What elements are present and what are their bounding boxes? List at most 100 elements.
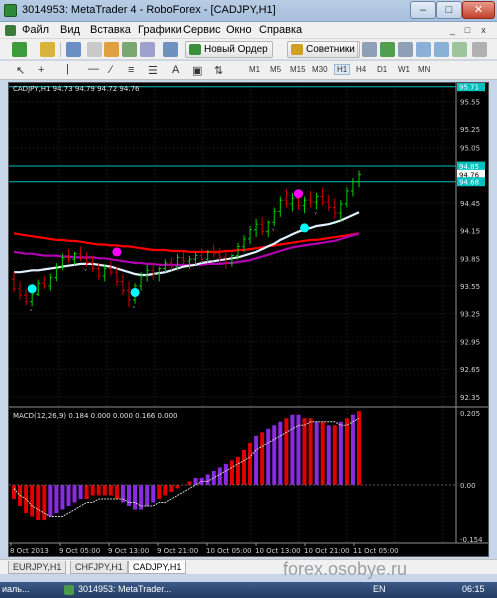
magenta-signal-dot (293, 189, 303, 199)
metaeditor-icon[interactable] (163, 42, 178, 57)
time-axis-label: 9 Oct 21:00 (157, 547, 198, 555)
timeframes-toolbar: ↖ + | — ∕ ≡ ☰ A ▣ ⇅ M1 M5 M15 M30 H1 H4 … (0, 61, 497, 80)
menu-tools[interactable]: Сервис (183, 24, 221, 36)
mdi-minimize-button[interactable]: _ (446, 24, 459, 37)
candlesticks-icon[interactable] (380, 42, 395, 57)
macd-histogram-bar (187, 481, 192, 485)
new-chart-icon[interactable] (12, 42, 27, 57)
crosshair-icon[interactable]: + (38, 64, 44, 76)
minimize-button[interactable]: – (410, 1, 436, 19)
cursor-icon[interactable]: ↖ (16, 64, 25, 77)
menu-help[interactable]: Справка (259, 24, 302, 36)
expert-advisors-icon (291, 44, 303, 55)
macd-histogram-bar (223, 463, 228, 485)
macd-histogram-bar (66, 484, 71, 507)
menu-file[interactable]: Файл (22, 24, 49, 36)
chart-window-icon[interactable] (5, 25, 16, 36)
standard-toolbar: Новый Ордер Советники (0, 39, 497, 60)
fractal-marker: ˅ (132, 306, 136, 315)
horizontal-line-icon[interactable]: — (88, 63, 99, 75)
price-axis-label: 95.05 (460, 145, 480, 153)
toolbar-separator (60, 42, 61, 57)
new-order-button[interactable]: Новый Ордер (185, 41, 273, 58)
fibonacci-icon[interactable]: ☰ (148, 64, 158, 77)
tab-eurjpy[interactable]: EURJPY,H1 (8, 561, 67, 574)
menu-charts[interactable]: Графики (138, 24, 182, 36)
arrows-icon[interactable]: ⇅ (214, 64, 223, 77)
channel-icon[interactable]: ≡ (128, 64, 134, 76)
macd-histogram-bar (133, 484, 138, 510)
fractal-marker: ˅ (211, 259, 215, 268)
macd-histogram-bar (308, 418, 313, 485)
market-watch-icon[interactable] (66, 42, 81, 57)
macd-histogram-bar (72, 484, 77, 503)
price-axis-label: 95.55 (460, 98, 480, 106)
taskbar-item-label: 3014953: MetaTrader... (78, 584, 172, 594)
menu-window[interactable]: Окно (226, 24, 252, 36)
macd-histogram-bar (217, 467, 222, 485)
tile-windows-icon[interactable] (452, 42, 467, 57)
macd-histogram-bar (54, 484, 59, 514)
macd-histogram-bar (314, 421, 319, 485)
terminal-icon[interactable] (122, 42, 137, 57)
close-button[interactable]: ✕ (462, 1, 495, 19)
profiles-icon[interactable] (40, 42, 55, 57)
taskbar-item-metatrader[interactable]: 3014953: MetaTrader... (62, 583, 171, 597)
chart-symbol-header: CADJPY,H1 94.73 94.79 94.72 94.76 (13, 85, 140, 93)
macd-axis-label: 0.00 (460, 482, 476, 490)
macd-histogram-bar (108, 484, 113, 496)
timeframe-h4[interactable]: H4 (356, 65, 366, 74)
cyan-signal-dot (130, 287, 140, 297)
timeframe-w1[interactable]: W1 (398, 65, 410, 74)
menu-bar: Файл Вид Вставка Графики Сервис Окно Спр… (0, 22, 497, 39)
text-tool-icon[interactable]: A (172, 64, 179, 76)
strategy-tester-icon[interactable] (140, 42, 155, 57)
expert-advisors-button[interactable]: Советники (287, 41, 360, 58)
bar-chart-icon[interactable] (362, 42, 377, 57)
maximize-button[interactable]: □ (436, 1, 462, 19)
trendline-icon[interactable]: ∕ (110, 64, 112, 76)
macd-histogram-bar (320, 421, 325, 485)
taskbar-item-other[interactable]: иаль... (0, 583, 29, 597)
macd-histogram-bar (205, 474, 210, 485)
chart-shift-icon[interactable] (472, 42, 487, 57)
timeframe-m30[interactable]: M30 (312, 65, 328, 74)
menu-view[interactable]: Вид (60, 24, 80, 36)
tab-chfjpy[interactable]: CHFJPY,H1 (70, 561, 128, 574)
macd-histogram-bar (338, 421, 343, 485)
navigator-icon[interactable] (104, 42, 119, 57)
timeframe-h1[interactable]: H1 (334, 64, 351, 75)
language-indicator[interactable]: EN (373, 583, 386, 597)
zoom-in-icon[interactable] (416, 42, 431, 57)
text-label-icon[interactable]: ▣ (192, 64, 202, 77)
price-chart[interactable]: ˅ ˅ ˅ ˅ ˅ ˅ CADJPY,H1 94.73 94.79 94.72 94.76 9… (9, 83, 489, 557)
timeframe-m5[interactable]: M5 (270, 65, 281, 74)
timeframe-mn[interactable]: MN (418, 65, 430, 74)
macd-histogram-bar (302, 418, 307, 485)
vertical-line-icon[interactable]: | (66, 63, 69, 75)
mdi-restore-button[interactable]: □ (461, 24, 474, 37)
tab-cadjpy[interactable]: CADJPY,H1 (128, 561, 187, 574)
macd-axis-label: -0.154 (460, 536, 483, 544)
price-axis-label: 92.35 (460, 394, 480, 402)
chart-window[interactable]: ˅ ˅ ˅ ˅ ˅ ˅ CADJPY,H1 94.73 94.79 94.72 94.76 9… (8, 82, 489, 557)
zoom-out-icon[interactable] (434, 42, 449, 57)
price-axis-label: 94.15 (460, 228, 480, 236)
data-window-icon[interactable] (87, 42, 102, 57)
watermark-text: forex.osobye.ru (283, 559, 408, 579)
menu-insert[interactable]: Вставка (90, 24, 131, 36)
moving-average-magenta (13, 232, 360, 266)
line-chart-icon[interactable] (398, 42, 413, 57)
chart-tabs: EURJPY,H1 CHFJPY,H1 CADJPY,H1 (0, 559, 497, 574)
timeframe-m1[interactable]: M1 (249, 65, 260, 74)
macd-axis-label: 0.205 (460, 410, 480, 418)
timeframe-m15[interactable]: M15 (290, 65, 306, 74)
price-badge-label: 94.85 (459, 163, 479, 171)
system-clock: 06:15 (462, 584, 485, 594)
price-axis-label: 93.85 (460, 255, 480, 263)
macd-histogram-bar (36, 484, 41, 521)
timeframe-d1[interactable]: D1 (377, 65, 387, 74)
mdi-close-button[interactable]: x (477, 24, 490, 37)
macd-histogram-bar (290, 414, 295, 485)
macd-histogram-bar (163, 484, 168, 496)
